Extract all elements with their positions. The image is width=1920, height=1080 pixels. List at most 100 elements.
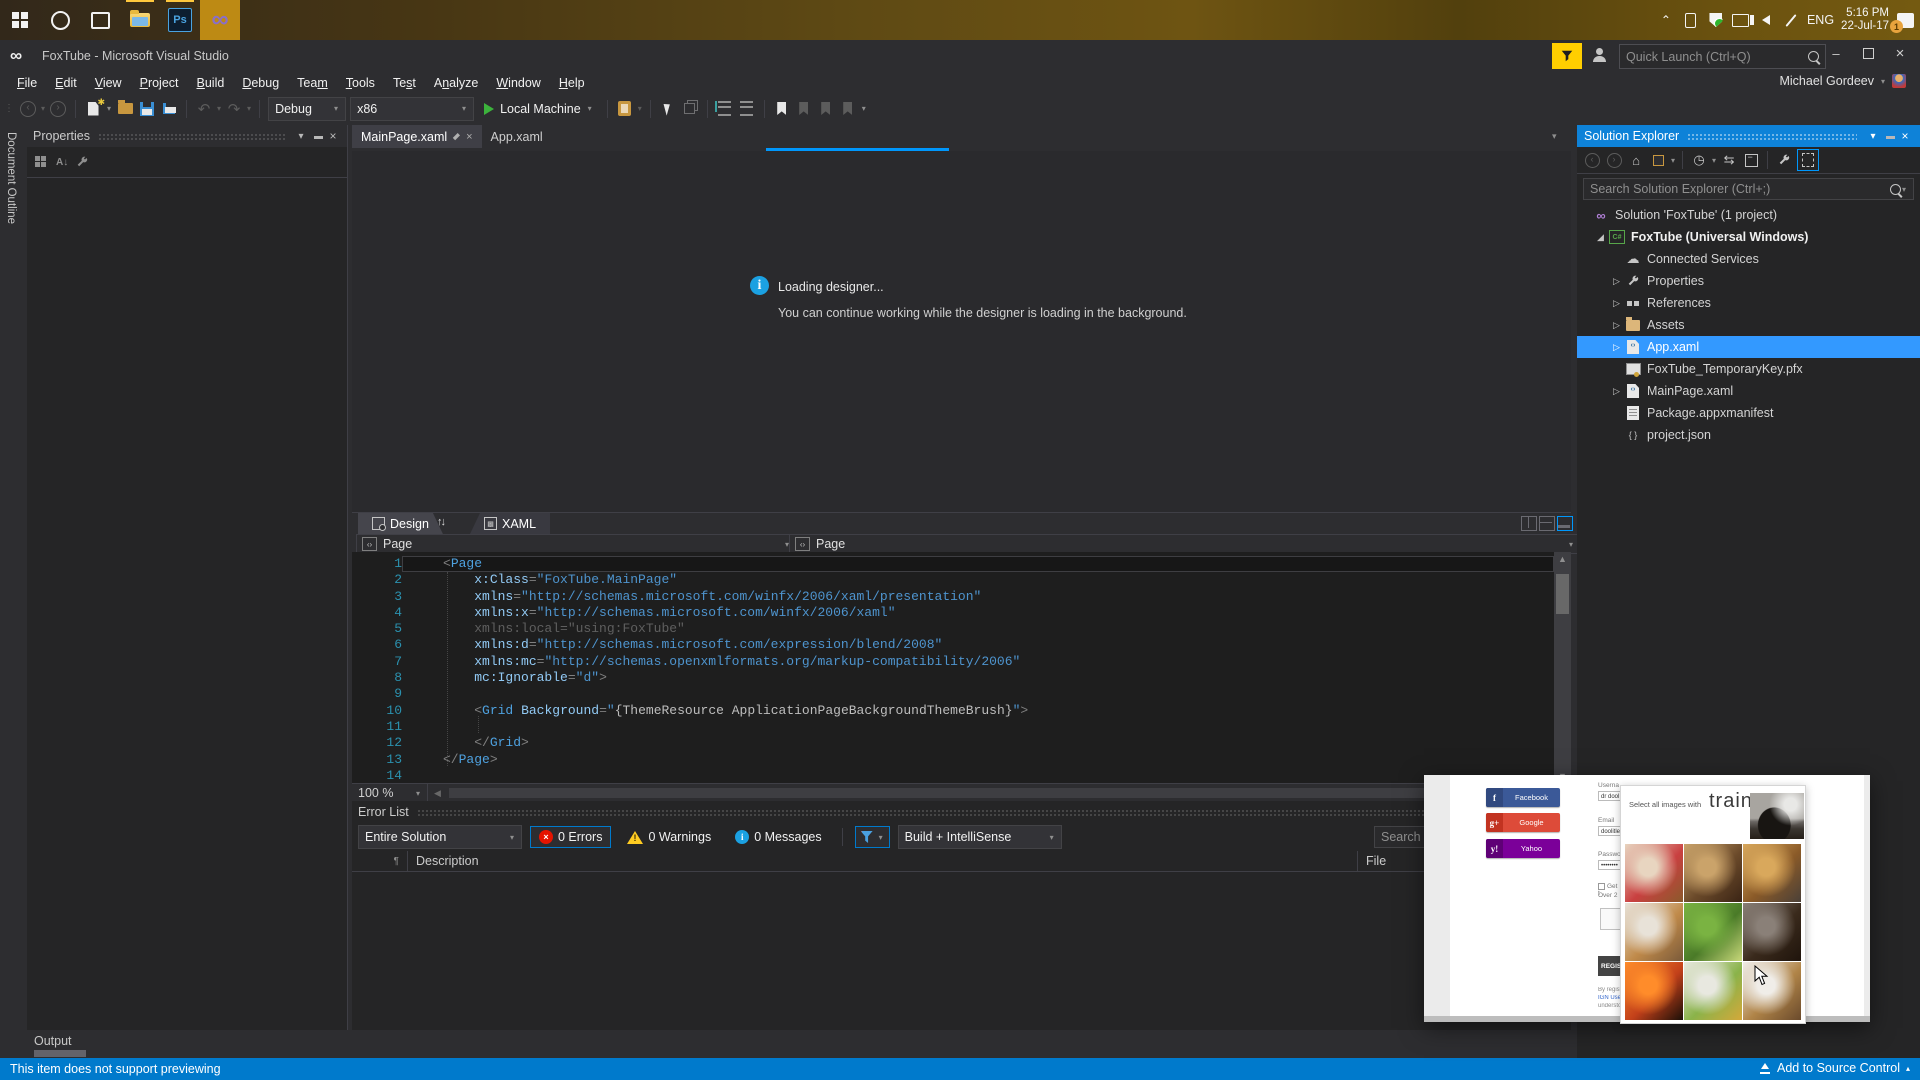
code-line-7[interactable]: 7 xmlns:mc="http://schemas.openxmlformat… xyxy=(352,654,1554,670)
pending-changes-filter-icon[interactable]: ◷ xyxy=(1689,150,1709,170)
code-line-14[interactable]: 14 xyxy=(352,768,1554,784)
expand-icon[interactable]: ▷ xyxy=(1608,298,1625,309)
close-icon[interactable]: × xyxy=(466,131,472,143)
captcha-image-glowing-bowl[interactable] xyxy=(1625,962,1683,1020)
start-button[interactable] xyxy=(0,0,40,40)
document-list-dropdown-icon[interactable]: ▾ xyxy=(1552,131,1557,142)
split-horizontal-icon[interactable] xyxy=(1539,516,1555,531)
feedback-button[interactable] xyxy=(1552,43,1582,69)
next-bookmark-icon[interactable] xyxy=(817,100,835,118)
volume-icon[interactable] xyxy=(1749,11,1775,29)
save-all-icon[interactable] xyxy=(160,100,178,118)
toggle-bookmark-icon[interactable] xyxy=(773,100,791,118)
toolbar-grip[interactable]: ⋮ xyxy=(4,103,14,114)
terms-link[interactable]: IGN User xyxy=(1598,995,1622,1001)
collapse-all-icon[interactable] xyxy=(1741,150,1761,170)
xaml-code-editor[interactable]: 1 <Page 2 x:Class="FoxTube.MainPage" 3 xmln… xyxy=(352,552,1554,783)
expand-icon[interactable]: ▷ xyxy=(1608,386,1625,397)
google-login-button[interactable]: g+ Google xyxy=(1486,813,1560,832)
clock[interactable]: 5:16 PM 22-Jul-17 xyxy=(1841,7,1889,33)
sync-with-active-document-icon[interactable]: ⇆ xyxy=(1719,150,1739,170)
window-position-icon[interactable]: ▾ xyxy=(1865,131,1881,142)
menu-build[interactable]: Build xyxy=(188,74,234,92)
solution-configuration-dropdown[interactable]: Debug ▾ xyxy=(268,96,347,121)
tree-item-solution-foxtube-1-project[interactable]: ∞ Solution 'FoxTube' (1 project) xyxy=(1577,204,1920,226)
previous-bookmark-icon[interactable] xyxy=(795,100,813,118)
restore-button[interactable] xyxy=(1852,40,1884,66)
forward-icon[interactable]: › xyxy=(1604,150,1624,170)
usb-icon[interactable] xyxy=(1682,11,1700,29)
visual-studio-button[interactable]: ∞ xyxy=(200,0,240,40)
captcha-image-coffee-cookie[interactable] xyxy=(1743,962,1801,1020)
language-indicator[interactable]: ENG xyxy=(1807,13,1834,27)
navigate-forward-icon[interactable]: › xyxy=(49,100,67,118)
window-position-icon[interactable]: ▾ xyxy=(293,131,309,142)
code-line-2[interactable]: 2 x:Class="FoxTube.MainPage" xyxy=(352,572,1554,588)
copy-icon[interactable] xyxy=(681,100,699,118)
tray-expand-icon[interactable]: ⌃ xyxy=(1657,11,1675,29)
chevron-down-icon[interactable]: ▾ xyxy=(1671,156,1675,165)
menu-help[interactable]: Help xyxy=(550,74,594,92)
format-document-icon[interactable] xyxy=(715,100,734,118)
expand-icon[interactable]: ▷ xyxy=(1608,320,1625,331)
find-in-files-icon[interactable] xyxy=(616,100,634,118)
code-line-11[interactable]: 11 xyxy=(352,719,1554,735)
tree-item-foxtube-universal-windows[interactable]: ◢ C# FoxTube (Universal Windows) xyxy=(1577,226,1920,248)
column-description[interactable]: Description xyxy=(408,851,1358,871)
minimize-button[interactable]: – xyxy=(1820,40,1852,66)
build-intellisense-dropdown[interactable]: Build + IntelliSense ▾ xyxy=(897,825,1062,849)
cortana-button[interactable] xyxy=(40,0,80,40)
menu-view[interactable]: View xyxy=(86,74,131,92)
code-line-13[interactable]: 13 </Page> xyxy=(352,752,1554,768)
menu-test[interactable]: Test xyxy=(384,74,425,92)
user-menu[interactable]: Michael Gordeev ▾ xyxy=(1779,74,1906,88)
captcha-image-pancakes[interactable] xyxy=(1743,844,1801,902)
categorized-icon[interactable] xyxy=(35,155,48,169)
switch-views-icon[interactable] xyxy=(1648,150,1668,170)
menu-edit[interactable]: Edit xyxy=(46,74,86,92)
undo-icon[interactable]: ↶ xyxy=(195,100,213,118)
captcha-image-coffee-beans[interactable] xyxy=(1743,903,1801,961)
save-icon[interactable] xyxy=(138,100,156,118)
facebook-login-button[interactable]: f Facebook xyxy=(1486,788,1560,807)
add-to-source-control-button[interactable]: Add to Source Control ▴ xyxy=(1759,1061,1910,1075)
selection-pointer-icon[interactable] xyxy=(659,100,677,118)
scroll-left-icon[interactable]: ◀ xyxy=(434,788,441,799)
messages-filter-button[interactable]: i0 Messages xyxy=(727,826,829,848)
doc-tab-app.xaml[interactable]: App.xaml xyxy=(482,125,552,148)
collapse-pane-icon[interactable] xyxy=(1557,516,1573,531)
new-file-icon[interactable]: ✱ xyxy=(84,97,105,118)
toolbar-overflow-icon[interactable]: ▾ xyxy=(862,104,866,113)
code-line-5[interactable]: 5 xmlns:local="using:FoxTube" xyxy=(352,621,1554,637)
solution-platform-dropdown[interactable]: x86 ▾ xyxy=(350,96,475,121)
tab-design[interactable]: Design xyxy=(358,513,443,534)
captcha-image-strawberry-cake[interactable] xyxy=(1625,844,1683,902)
chevron-down-icon[interactable]: ▾ xyxy=(41,104,45,113)
output-tab[interactable]: Output xyxy=(34,1034,72,1048)
task-view-button[interactable] xyxy=(80,0,120,40)
yahoo-login-button[interactable]: y! Yahoo xyxy=(1486,839,1560,858)
error-scope-dropdown[interactable]: Entire Solution ▾ xyxy=(358,825,522,849)
scrollbar-thumb[interactable] xyxy=(1556,574,1569,614)
clear-bookmarks-icon[interactable] xyxy=(839,100,857,118)
captcha-image-salad-plate[interactable] xyxy=(1684,962,1742,1020)
close-icon[interactable]: × xyxy=(325,129,341,143)
pen-icon[interactable] xyxy=(1782,11,1800,29)
tree-item-connected-services[interactable]: ☁ Connected Services xyxy=(1577,248,1920,270)
menu-team[interactable]: Team xyxy=(288,74,337,92)
tree-item-app-xaml[interactable]: ▷ ‹› App.xaml xyxy=(1577,336,1920,358)
expand-icon[interactable]: ▷ xyxy=(1608,276,1625,287)
code-line-10[interactable]: 10 <Grid Background="{ThemeResource Appl… xyxy=(352,703,1554,719)
document-outline-tab[interactable]: Document Outline xyxy=(5,132,17,224)
menu-file[interactable]: File xyxy=(8,74,46,92)
severity-column-icon[interactable]: ¶ xyxy=(352,851,408,871)
menu-project[interactable]: Project xyxy=(131,74,188,92)
back-icon[interactable]: ‹ xyxy=(1582,150,1602,170)
solution-explorer-title-bar[interactable]: Solution Explorer ▾ × xyxy=(1577,125,1920,147)
defender-shield-icon[interactable] xyxy=(1707,11,1725,29)
code-line-6[interactable]: 6 xmlns:d="http://schemas.microsoft.com/… xyxy=(352,637,1554,653)
network-icon[interactable] xyxy=(1732,11,1750,29)
photoshop-button[interactable]: Ps xyxy=(160,0,200,40)
navigate-back-icon[interactable]: ‹ xyxy=(19,100,37,118)
menu-analyze[interactable]: Analyze xyxy=(425,74,487,92)
